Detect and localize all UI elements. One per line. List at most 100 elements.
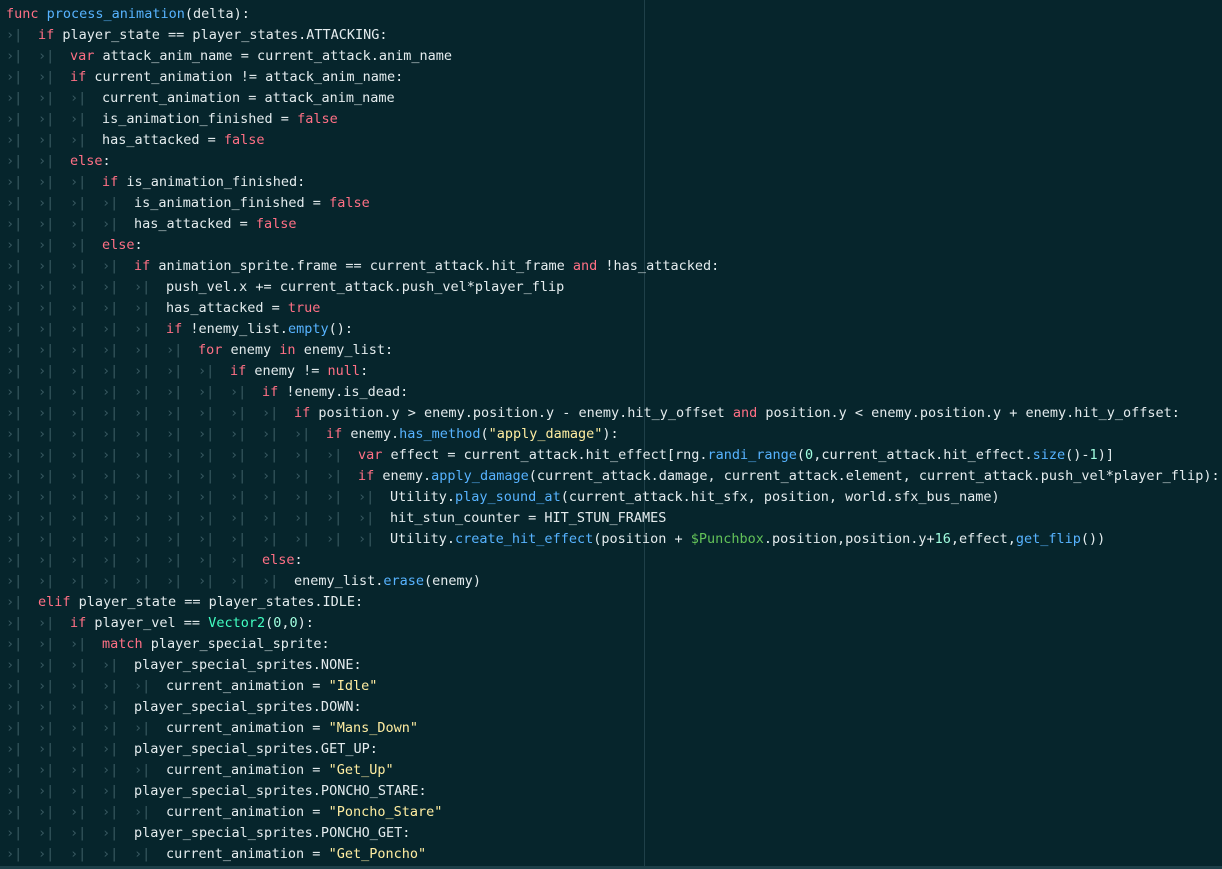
tab-indent-marker: ›| xyxy=(38,69,55,85)
tab-indent-marker: ›| xyxy=(6,783,23,799)
tab-indent-marker: ›| xyxy=(6,594,23,610)
tab-indent-marker: ›| xyxy=(6,846,23,862)
code-line[interactable]: ›| ›| ›| if is_animation_finished: xyxy=(6,172,305,193)
code-token: "Get_Poncho" xyxy=(328,846,427,862)
tab-indent-marker: ›| xyxy=(70,195,87,211)
tab-indent-marker: ›| xyxy=(38,132,55,148)
code-line[interactable]: ›| ›| ›| ›| ›| current_animation = "Mans_Down… xyxy=(6,718,418,739)
code-line[interactable]: ›| ›| ›| ›| player_special_sprites.GET_UP: xyxy=(6,739,378,760)
code-token: enemy_list. xyxy=(294,573,384,589)
code-line[interactable]: ›| ›| ›| ›| ›| ›| ›| ›| ›| ›| if enemy.has_method(… xyxy=(6,424,619,445)
tab-indent-marker: ›| xyxy=(70,111,87,127)
code-line[interactable]: func process_animation(delta): xyxy=(6,4,250,25)
tab-indent-marker: ›| xyxy=(6,90,23,106)
code-line[interactable]: ›| ›| ›| ›| ›| ›| ›| ›| ›| ›| ›| ›| hit_stun_counter… xyxy=(6,508,666,529)
code-line[interactable]: ›| ›| ›| ›| has_attacked = false xyxy=(6,214,297,235)
code-line[interactable]: ›| ›| if current_animation != attack_anim_… xyxy=(6,67,403,88)
tab-indent-marker: ›| xyxy=(198,468,215,484)
code-line[interactable]: ›| if player_state == player_states.ATTAC… xyxy=(6,25,388,46)
tab-indent-marker: ›| xyxy=(134,678,151,694)
tab-indent-marker: ›| xyxy=(38,741,55,757)
tab-indent-marker: ›| xyxy=(102,762,119,778)
tab-indent-marker: ›| xyxy=(262,531,279,547)
code-line[interactable]: ›| ›| ›| ›| ›| ›| ›| if enemy != null: xyxy=(6,361,368,382)
tab-indent-marker: ›| xyxy=(70,90,87,106)
code-line[interactable]: ›| ›| ›| has_attacked = false xyxy=(6,130,265,151)
tab-indent-marker: ›| xyxy=(230,531,247,547)
tab-indent-marker: ›| xyxy=(70,174,87,190)
tab-indent-marker: ›| xyxy=(38,678,55,694)
code-line[interactable]: ›| ›| ›| ›| ›| ›| ›| ›| ›| enemy_list.erase(enemy… xyxy=(6,571,481,592)
code-token: has_attacked = xyxy=(134,216,256,232)
code-line[interactable]: ›| ›| ›| ›| ›| ›| ›| ›| ›| ›| ›| var effect = curre… xyxy=(6,445,1114,466)
code-line[interactable]: ›| ›| ›| ›| ›| ›| ›| ›| ›| ›| ›| ›| Utility.create_h… xyxy=(6,529,1105,550)
code-token: in xyxy=(279,342,296,358)
tab-indent-marker: ›| xyxy=(70,762,87,778)
tab-indent-marker: ›| xyxy=(38,216,55,232)
code-token: animation_sprite.frame == current_attack… xyxy=(150,258,573,274)
tab-indent-marker: ›| xyxy=(6,258,23,274)
code-line[interactable]: ›| ›| ›| is_animation_finished = false xyxy=(6,109,338,130)
tab-indent-marker: ›| xyxy=(6,510,23,526)
code-line[interactable]: ›| ›| ›| ›| ›| ›| ›| ›| else: xyxy=(6,550,303,571)
code-token: true xyxy=(287,300,321,316)
code-line[interactable]: ›| ›| ›| ›| is_animation_finished = false xyxy=(6,193,370,214)
tab-indent-marker: ›| xyxy=(38,237,55,253)
code-line[interactable]: ›| ›| ›| ›| ›| current_animation = "Get_Ponch… xyxy=(6,844,426,865)
tab-indent-marker: ›| xyxy=(6,741,23,757)
code-token: if xyxy=(294,405,311,421)
code-line[interactable]: ›| ›| ›| ›| player_special_sprites.NONE: xyxy=(6,655,362,676)
tab-indent-marker: ›| xyxy=(262,468,279,484)
code-line[interactable]: ›| ›| ›| ›| player_special_sprites.DOWN: xyxy=(6,697,362,718)
tab-indent-marker: ›| xyxy=(102,825,119,841)
code-line[interactable]: ›| ›| else: xyxy=(6,151,111,172)
code-line[interactable]: ›| ›| ›| ›| ›| push_vel.x += current_attack.p… xyxy=(6,277,564,298)
code-token: "apply_damage" xyxy=(488,426,603,442)
code-line[interactable]: ›| ›| if player_vel == Vector2(0,0): xyxy=(6,613,314,634)
code-line[interactable]: ›| ›| ›| ›| ›| if !enemy_list.empty(): xyxy=(6,319,353,340)
code-line[interactable]: ›| ›| ›| ›| ›| ›| ›| ›| ›| if position.y > enemy.… xyxy=(6,403,1180,424)
code-token: if xyxy=(70,615,87,631)
code-token: process_animation xyxy=(46,6,185,22)
tab-indent-marker: ›| xyxy=(102,447,119,463)
code-token: has_attacked = xyxy=(166,300,288,316)
tab-indent-marker: ›| xyxy=(6,216,23,232)
tab-indent-marker: ›| xyxy=(38,195,55,211)
code-token: (): xyxy=(328,321,353,337)
code-line[interactable]: ›| ›| ›| ›| ›| ›| ›| ›| ›| ›| ›| ›| Utility.play_sou… xyxy=(6,487,1000,508)
code-line[interactable]: ›| ›| ›| ›| ›| has_attacked = true xyxy=(6,298,320,319)
code-token: else xyxy=(102,237,135,253)
code-line[interactable]: ›| ›| ›| ›| ›| current_animation = "Poncho_St… xyxy=(6,802,442,823)
code-line[interactable]: ›| elif player_state == player_states.IDL… xyxy=(6,592,363,613)
tab-indent-marker: ›| xyxy=(102,531,119,547)
code-line[interactable]: ›| ›| ›| match player_special_sprite: xyxy=(6,634,330,655)
code-line[interactable]: ›| ›| ›| else: xyxy=(6,235,143,256)
code-line[interactable]: ›| ›| ›| ›| ›| current_animation = "Idle" xyxy=(6,676,377,697)
code-line[interactable]: ›| ›| ›| ›| ›| current_animation = "Get_Up" xyxy=(6,760,394,781)
code-line[interactable]: ›| ›| ›| ›| if animation_sprite.frame == cur… xyxy=(6,256,719,277)
code-line[interactable]: ›| ›| ›| ›| ›| ›| ›| ›| ›| ›| ›| if enemy.apply_dam… xyxy=(6,466,1220,487)
code-line[interactable]: ›| ›| var attack_anim_name = current_attac… xyxy=(6,46,452,67)
code-editor[interactable]: func process_animation(delta): ›| if playe… xyxy=(0,0,1222,869)
tab-indent-marker: ›| xyxy=(102,846,119,862)
tab-indent-marker: ›| xyxy=(134,762,151,778)
code-line[interactable]: ›| ›| ›| ›| player_special_sprites.PONCHO_GE… xyxy=(6,823,410,844)
tab-indent-marker: ›| xyxy=(38,405,55,421)
code-line[interactable]: ›| ›| ›| ›| ›| ›| ›| ›| if !enemy.is_dead: xyxy=(6,382,408,403)
tab-indent-marker: ›| xyxy=(358,531,375,547)
code-line[interactable]: ›| ›| ›| current_animation = attack_anim_na… xyxy=(6,88,395,109)
code-token: (current_attack.damage, current_attack.e… xyxy=(528,468,1220,484)
code-token: : xyxy=(102,153,111,169)
code-token: current_animation = xyxy=(166,678,329,694)
tab-indent-marker: ›| xyxy=(134,573,151,589)
tab-indent-marker: ›| xyxy=(70,300,87,316)
code-line[interactable]: ›| ›| ›| ›| ›| ›| for enemy in enemy_list: xyxy=(6,340,393,361)
tab-indent-marker: ›| xyxy=(134,384,151,400)
tab-indent-marker: ›| xyxy=(134,342,151,358)
tab-indent-marker: ›| xyxy=(102,321,119,337)
code-token: has_method xyxy=(399,426,481,442)
tab-indent-marker: ›| xyxy=(70,468,87,484)
code-line[interactable]: ›| ›| ›| ›| player_special_sprites.PONCHO_ST… xyxy=(6,781,427,802)
tab-indent-marker: ›| xyxy=(134,804,151,820)
code-token: !enemy.is_dead: xyxy=(278,384,409,400)
